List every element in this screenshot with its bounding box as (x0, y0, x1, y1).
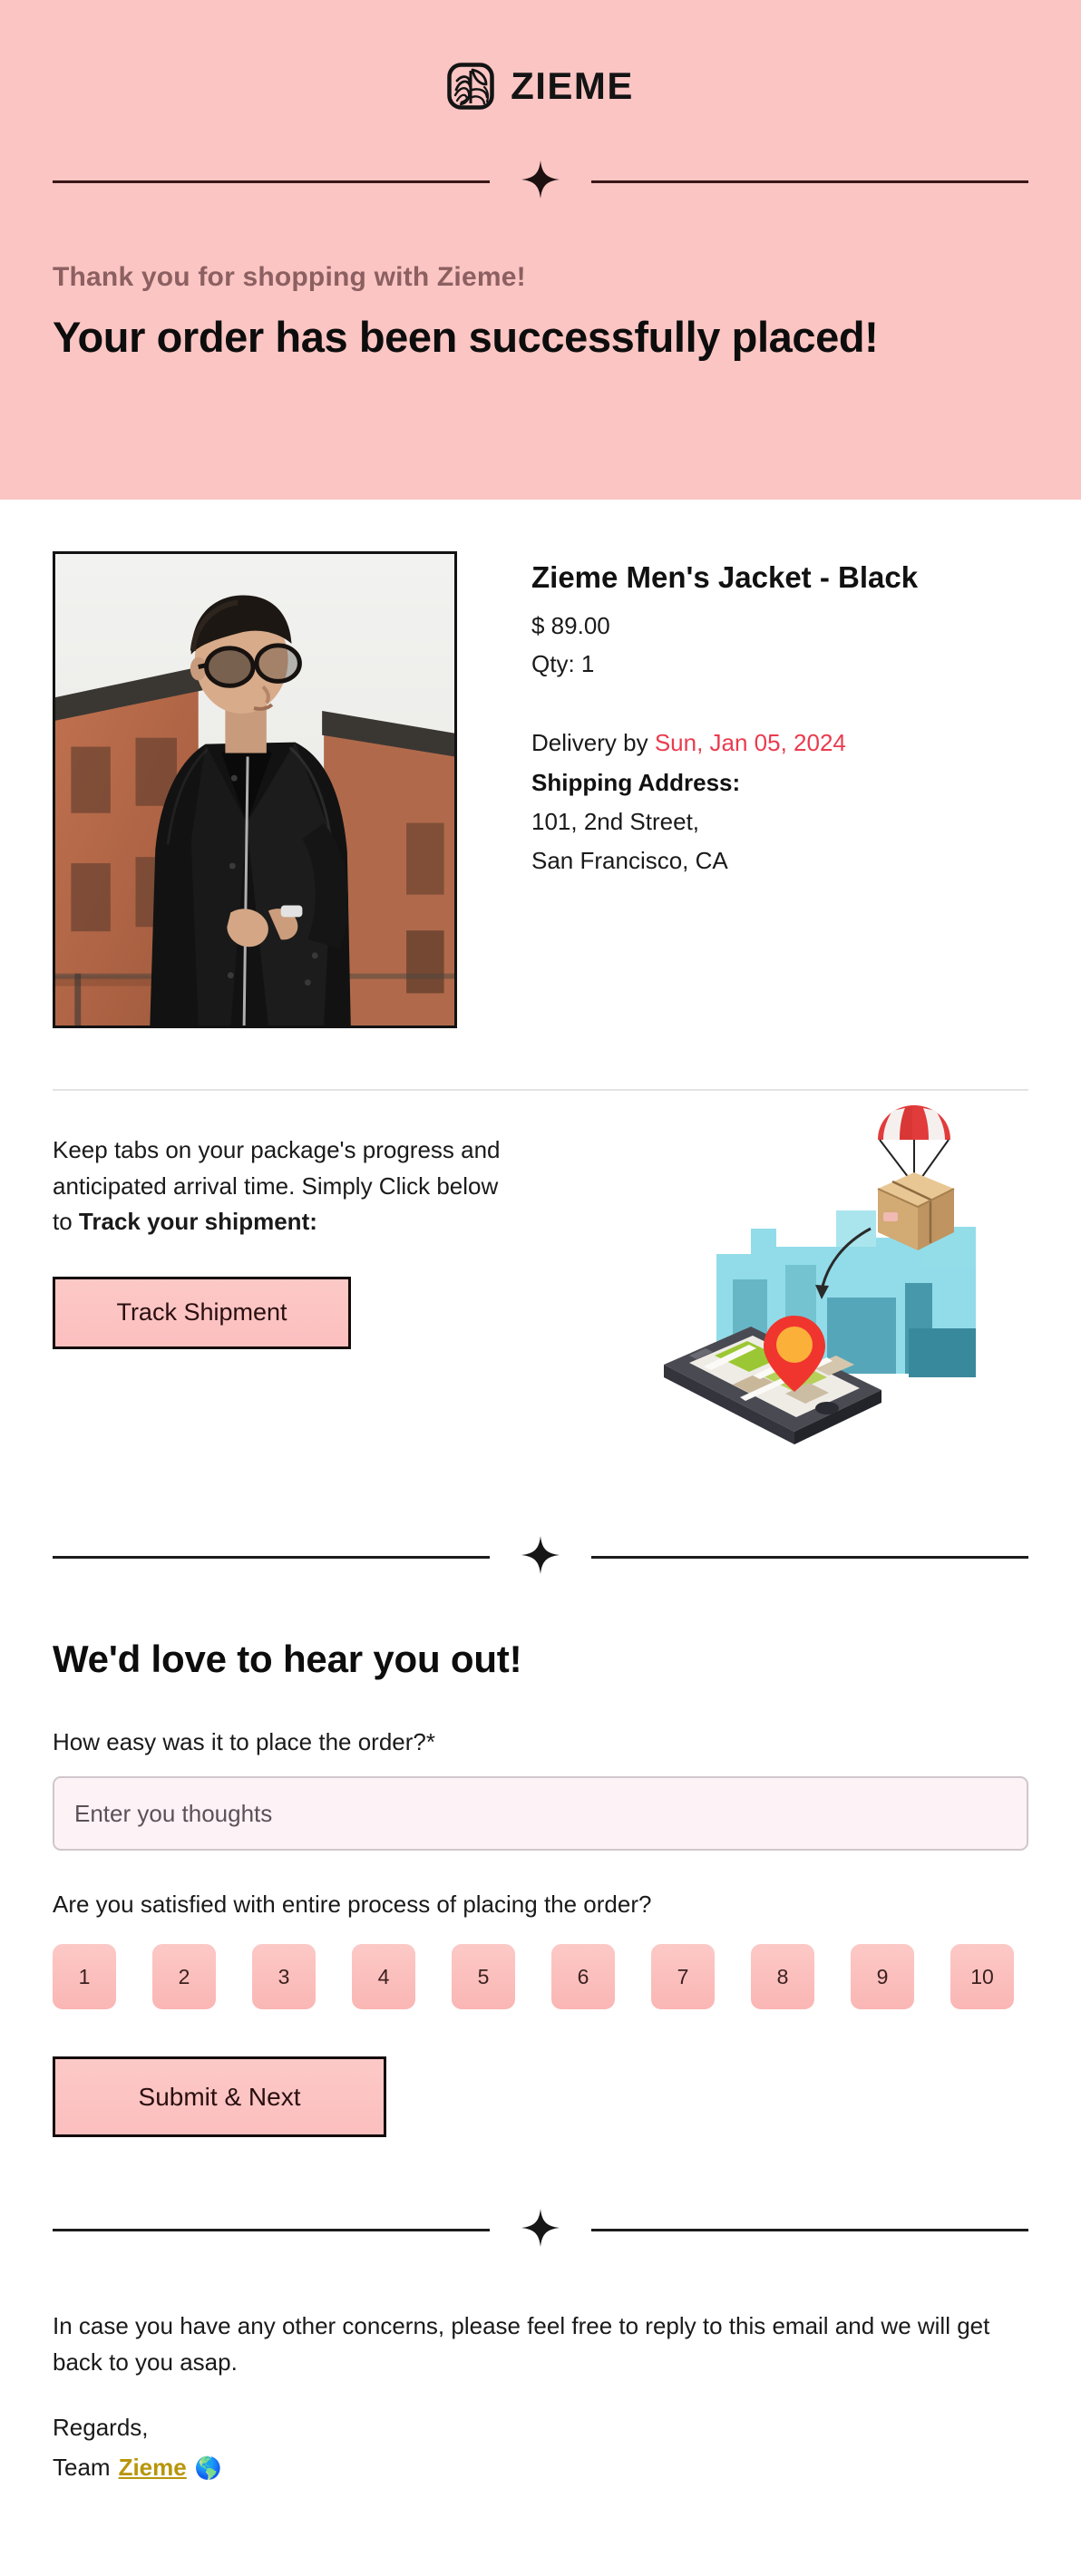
brand-website-link[interactable]: Zieme (119, 2454, 187, 2482)
footer-team-prefix: Team (53, 2453, 111, 2481)
rating-option-1[interactable]: 1 (53, 1944, 116, 2009)
divider-rule-left (53, 180, 490, 183)
leaf-fingerprint-logo-icon (447, 63, 494, 110)
shipping-address-label: Shipping Address: (531, 769, 741, 797)
brand-logo-row: ZIEME (53, 0, 1028, 123)
shipping-address-line-2: San Francisco, CA (531, 847, 728, 875)
product-title: Zieme Men's Jacket - Black (531, 560, 919, 594)
shipping-address-line-1: 101, 2nd Street, (531, 808, 700, 836)
feedback-section: We'd love to hear you out! How easy was … (53, 1486, 1028, 2137)
rating-option-2[interactable]: 2 (152, 1944, 216, 2009)
sparkle-star-icon (521, 1535, 560, 1580)
tracking-copy: Keep tabs on your package's progress and… (53, 1132, 524, 1240)
delivery-date: Sun, Jan 05, 2024 (654, 729, 846, 757)
sparkle-divider-middle (53, 1535, 1028, 1580)
email-body: Zieme Men's Jacket - Black $ 89.00 Qty: … (0, 500, 1081, 2545)
email-header: ZIEME Thank you for shopping with Zieme!… (0, 0, 1081, 500)
feedback-question-1-label: How easy was it to place the order?* (53, 1728, 435, 1755)
delivery-estimate: Delivery by Sun, Jan 05, 2024 (531, 729, 1028, 757)
rating-option-8[interactable]: 8 (751, 1944, 814, 2009)
footer-message: In case you have any other concerns, ple… (53, 2312, 990, 2376)
product-quantity: Qty: 1 (531, 650, 595, 678)
divider-rule-left (53, 1556, 490, 1559)
email-footer: In case you have any other concerns, ple… (53, 2137, 1028, 2545)
brand-name: ZIEME (511, 64, 634, 107)
delivery-illustration (564, 1105, 1028, 1486)
rating-option-9[interactable]: 9 (851, 1944, 914, 2009)
product-details: Zieme Men's Jacket - Black $ 89.00 Qty: … (531, 551, 1028, 1028)
globe-icon: 🌎 (194, 2455, 222, 2481)
feedback-question-2-label: Are you satisfied with entire process of… (53, 1891, 652, 1918)
sparkle-divider-top (53, 160, 1028, 204)
product-image (53, 551, 457, 1028)
product-price: $ 89.00 (531, 612, 610, 640)
tracking-text-column: Keep tabs on your package's progress and… (53, 1132, 542, 1349)
order-confirmation-headline: Your order has been successfully placed! (53, 313, 879, 361)
submit-and-next-button[interactable]: Submit & Next (53, 2056, 386, 2137)
footer-team-line: Team Zieme 🌎 (53, 2454, 1028, 2482)
divider-rule-right (591, 180, 1028, 183)
divider-rule-right (591, 2229, 1028, 2231)
rating-scale: 1 2 3 4 5 6 7 8 9 10 (53, 1944, 1028, 2009)
rating-option-3[interactable]: 3 (252, 1944, 316, 2009)
sparkle-star-icon (521, 160, 560, 204)
rating-option-10[interactable]: 10 (950, 1944, 1014, 2009)
rating-option-7[interactable]: 7 (651, 1944, 715, 2009)
tracking-section: Keep tabs on your package's progress and… (53, 1091, 1028, 1486)
rating-option-6[interactable]: 6 (551, 1944, 615, 2009)
track-shipment-button[interactable]: Track Shipment (53, 1276, 351, 1349)
sparkle-divider-bottom (53, 2208, 1028, 2252)
delivery-prefix-label: Delivery by (531, 729, 655, 757)
sparkle-star-icon (521, 2208, 560, 2252)
divider-rule-left (53, 2229, 490, 2231)
footer-regards: Regards, (53, 2413, 149, 2441)
thank-you-eyebrow: Thank you for shopping with Zieme! (53, 262, 526, 292)
rating-option-4[interactable]: 4 (352, 1944, 415, 2009)
tracking-copy-bold: Track your shipment: (78, 1208, 317, 1236)
feedback-title: We'd love to hear you out! (53, 1638, 522, 1680)
divider-rule-right (591, 1556, 1028, 1559)
thoughts-input[interactable] (53, 1776, 1028, 1851)
product-summary: Zieme Men's Jacket - Black $ 89.00 Qty: … (53, 500, 1028, 1028)
rating-option-5[interactable]: 5 (452, 1944, 515, 2009)
